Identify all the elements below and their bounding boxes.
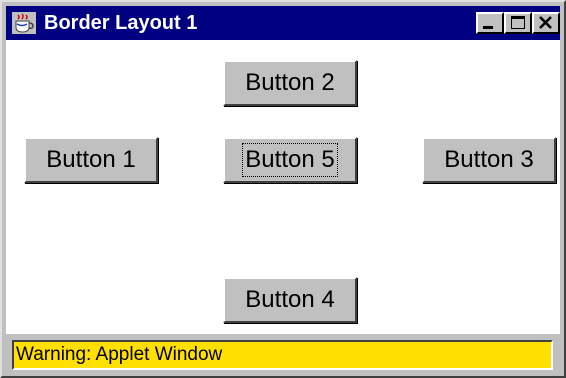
close-icon: [539, 16, 552, 29]
button-center[interactable]: Button 5: [223, 137, 357, 183]
button-north-label: Button 2: [245, 69, 335, 96]
applet-window: Border Layout 1 Button 2 Button 1 Button…: [0, 0, 566, 378]
button-east-label: Button 3: [444, 146, 534, 173]
button-west-label: Button 1: [46, 146, 136, 173]
java-cup-icon[interactable]: [12, 12, 36, 34]
maximize-icon: [511, 16, 525, 29]
button-south[interactable]: Button 4: [223, 277, 357, 323]
minimize-button[interactable]: [476, 12, 504, 34]
window-title: Border Layout 1: [44, 12, 198, 34]
button-east[interactable]: Button 3: [422, 137, 556, 183]
applet-warning-banner: Warning: Applet Window: [12, 340, 553, 370]
button-north[interactable]: Button 2: [223, 60, 357, 106]
maximize-button[interactable]: [504, 12, 532, 34]
button-south-label: Button 4: [245, 286, 335, 313]
button-center-label: Button 5: [242, 143, 338, 177]
close-button[interactable]: [532, 12, 560, 34]
title-bar[interactable]: Border Layout 1: [6, 6, 560, 40]
button-west[interactable]: Button 1: [24, 137, 158, 183]
status-bar: Warning: Applet Window: [6, 336, 560, 374]
border-layout-panel: Button 2 Button 1 Button 5 Button 3 Butt…: [6, 40, 560, 334]
minimize-icon: [483, 26, 493, 29]
